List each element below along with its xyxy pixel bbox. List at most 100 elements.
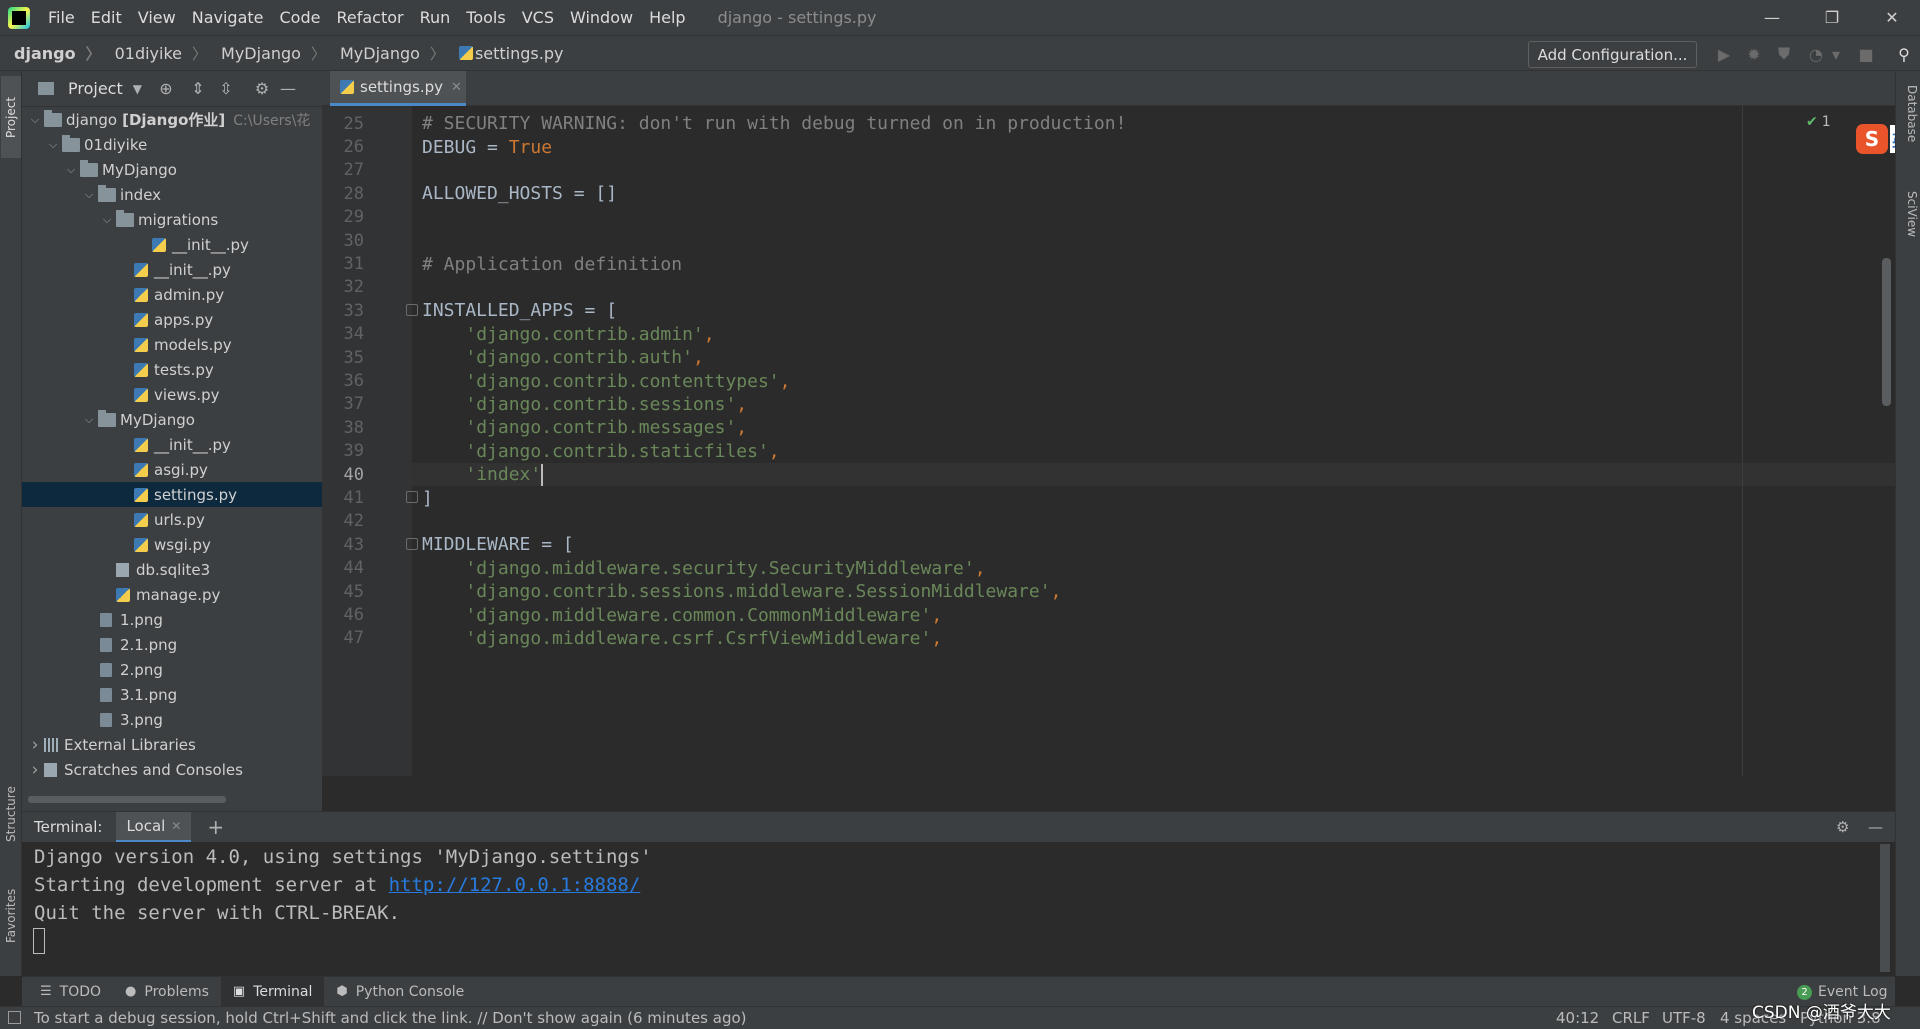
fold-marker-icon[interactable] [406, 491, 418, 504]
profile-icon[interactable]: ◔ [1806, 44, 1826, 64]
menu-code[interactable]: Code [272, 8, 329, 27]
hide-icon[interactable]: — [278, 79, 298, 98]
new-terminal-icon[interactable]: + [207, 815, 224, 839]
tree-item[interactable]: urls.py [22, 507, 322, 532]
tree-item[interactable]: __init__.py [22, 432, 322, 457]
chevron-down-icon[interactable]: ⌵ [100, 213, 114, 227]
close-icon[interactable]: ✕ [451, 80, 462, 95]
breadcrumb-item[interactable]: django 〉 [0, 43, 101, 64]
tree-item[interactable]: ⌵ 01diyike [22, 132, 322, 157]
fold-marker-icon[interactable] [406, 304, 418, 317]
menu-edit[interactable]: Edit [83, 8, 130, 27]
collapse-all-icon[interactable]: ⇳ [216, 79, 236, 98]
tree-item[interactable]: views.py [22, 382, 322, 407]
menu-help[interactable]: Help [641, 8, 693, 27]
toggle-tool-windows-icon[interactable] [8, 1011, 21, 1024]
restore-button[interactable]: ❐ [1804, 0, 1860, 35]
tree-item[interactable]: models.py [22, 332, 322, 357]
tree-item[interactable]: 3.png [22, 707, 322, 732]
tree-item[interactable]: 2.png [22, 657, 322, 682]
menu-file[interactable]: File [40, 8, 83, 27]
horizontal-scrollbar[interactable] [28, 796, 226, 803]
breadcrumb-item[interactable]: settings.py [445, 43, 563, 64]
terminal-output[interactable]: Django version 4.0, using settings 'MyDj… [22, 842, 1895, 976]
database-tool-tab[interactable]: Database [1899, 85, 1919, 171]
tree-item[interactable]: ⌵ index [22, 182, 322, 207]
project-view-selector[interactable]: Project [68, 79, 123, 98]
tree-item[interactable]: db.sqlite3 [22, 557, 322, 582]
editor-vertical-scrollbar[interactable] [1882, 258, 1891, 406]
menu-vcs[interactable]: VCS [514, 8, 562, 27]
tree-item[interactable]: ⌵ MyDjango [22, 157, 322, 182]
tab-local[interactable]: Local ✕ [116, 811, 192, 843]
structure-tool-tab[interactable]: Structure [1, 771, 21, 857]
status-message[interactable]: To start a debug session, hold Ctrl+Shif… [34, 1009, 747, 1027]
tab-settings-py[interactable]: settings.py ✕ [330, 71, 466, 106]
tree-item[interactable]: asgi.py [22, 457, 322, 482]
favorites-tool-tab[interactable]: Favorites [1, 871, 21, 961]
sciview-tool-tab[interactable]: SciView [1899, 191, 1919, 271]
menu-refactor[interactable]: Refactor [328, 8, 411, 27]
menu-navigate[interactable]: Navigate [184, 8, 272, 27]
menu-window[interactable]: Window [562, 8, 641, 27]
tree-item[interactable]: manage.py [22, 582, 322, 607]
breadcrumb-item[interactable]: MyDjango 〉 [207, 43, 326, 64]
add-configuration-button[interactable]: Add Configuration... [1528, 41, 1697, 68]
tree-item[interactable]: admin.py [22, 282, 322, 307]
server-url-link[interactable]: http://127.0.0.1:8888/ [389, 874, 641, 896]
tree-item[interactable]: __init__.py [22, 257, 322, 282]
line-separator[interactable]: CRLF [1612, 1009, 1650, 1027]
search-icon[interactable]: ⚲ [1894, 44, 1914, 64]
chevron-right-icon[interactable]: › [28, 760, 42, 780]
close-button[interactable]: ✕ [1864, 0, 1920, 35]
chevron-down-icon[interactable]: ⌵ [64, 163, 78, 177]
chevron-down-icon[interactable]: ▾ [1830, 44, 1842, 64]
chevron-down-icon[interactable]: ⌵ [82, 413, 96, 427]
chevron-down-icon[interactable]: ⌵ [28, 113, 42, 127]
tree-item[interactable]: ⌵ MyDjango [22, 407, 322, 432]
chevron-right-icon[interactable]: › [28, 735, 42, 755]
breadcrumb-item[interactable]: MyDjango 〉 [326, 43, 445, 64]
tree-item[interactable]: 2.1.png [22, 632, 322, 657]
gear-icon[interactable]: ⚙ [1836, 818, 1849, 836]
menu-view[interactable]: View [130, 8, 184, 27]
chevron-down-icon[interactable]: ▼ [133, 82, 142, 96]
tree-item[interactable]: tests.py [22, 357, 322, 382]
debug-icon[interactable]: ✹ [1744, 44, 1764, 64]
chevron-down-icon[interactable]: ⌵ [82, 188, 96, 202]
project-tool-tab[interactable]: Project [1, 76, 21, 158]
tree-item[interactable]: ⌵ django [Django作业] C:\Users\花 [22, 107, 322, 132]
tool-window-terminal[interactable]: ▣ Terminal [220, 976, 325, 1007]
tree-item[interactable]: › External Libraries [22, 732, 322, 757]
minimize-button[interactable]: — [1744, 0, 1800, 35]
tree-item[interactable]: 1.png [22, 607, 322, 632]
stop-icon[interactable]: ■ [1856, 44, 1876, 64]
tree-item[interactable]: wsgi.py [22, 532, 322, 557]
menu-run[interactable]: Run [412, 8, 459, 27]
tool-window-todo[interactable]: ☰ TODO [28, 977, 113, 1007]
caret-position[interactable]: 40:12 [1556, 1009, 1599, 1027]
breadcrumb-item[interactable]: 01diyike 〉 [101, 43, 207, 64]
close-icon[interactable]: ✕ [171, 819, 181, 833]
hide-icon[interactable]: — [1868, 818, 1883, 836]
expand-all-icon[interactable]: ⇕ [188, 79, 208, 98]
tool-window-python-console[interactable]: ⬢ Python Console [324, 977, 476, 1007]
locate-icon[interactable]: ⊕ [156, 79, 176, 98]
fold-marker-icon[interactable] [406, 538, 418, 551]
tool-window-problems[interactable]: ● Problems [113, 977, 221, 1007]
inspection-widget[interactable]: ✔ 1 [1806, 114, 1831, 130]
tree-item[interactable]: apps.py [22, 307, 322, 332]
terminal-scrollbar[interactable] [1880, 844, 1890, 972]
run-icon[interactable]: ▶ [1714, 44, 1734, 64]
tree-item[interactable]: 3.1.png [22, 682, 322, 707]
tree-item[interactable]: __init__.py [22, 232, 322, 257]
menu-tools[interactable]: Tools [458, 8, 513, 27]
code-editor[interactable]: # SECURITY WARNING: don't run with debug… [412, 106, 1895, 776]
tree-item[interactable]: settings.py [22, 482, 322, 507]
coverage-icon[interactable]: ⛊ [1774, 44, 1794, 64]
tree-item[interactable]: ⌵ migrations [22, 207, 322, 232]
chevron-down-icon[interactable]: ⌵ [46, 138, 60, 152]
gear-icon[interactable]: ⚙ [252, 79, 272, 98]
file-encoding[interactable]: UTF-8 [1662, 1009, 1706, 1027]
tree-item[interactable]: › Scratches and Consoles [22, 757, 322, 782]
